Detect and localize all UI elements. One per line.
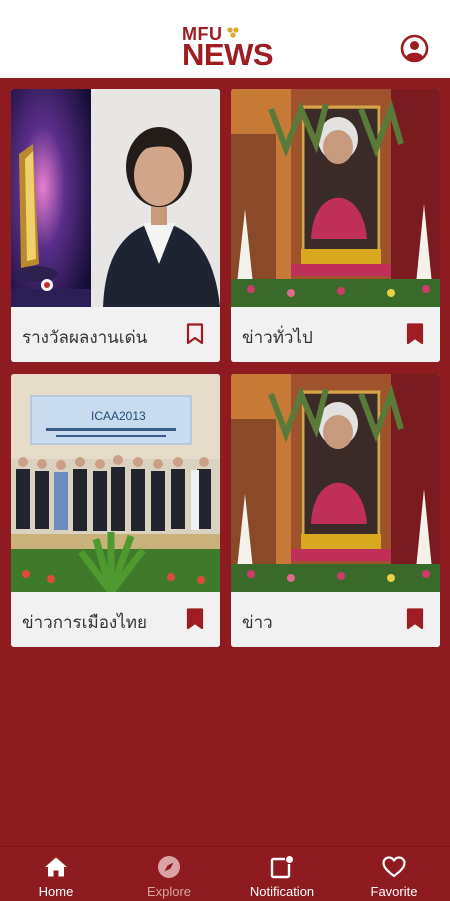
news-card[interactable]: รางวัลผลงานเด่น — [11, 89, 220, 362]
card-footer: ข่าวทั่วไป — [231, 307, 440, 362]
card-image[interactable] — [11, 89, 220, 307]
nav-home[interactable]: Home — [0, 847, 112, 901]
card-footer: รางวัลผลงานเด่น — [11, 307, 220, 362]
card-footer: ข่าว — [231, 592, 440, 647]
bottom-navigation: Home Explore Notification Favorite — [0, 846, 450, 901]
banner-text: ICAA2013 — [91, 409, 146, 423]
nav-label-favorite[interactable]: Favorite — [338, 884, 450, 899]
news-card[interactable]: ข่าว — [231, 374, 440, 647]
compass-icon[interactable] — [157, 855, 181, 879]
bookmark-outline-icon[interactable] — [186, 323, 204, 345]
bookmark-filled-icon[interactable] — [406, 323, 424, 345]
heart-icon[interactable] — [382, 855, 406, 879]
card-title[interactable]: ข่าว — [242, 609, 273, 636]
nav-notification[interactable]: Notification — [226, 847, 338, 901]
card-image[interactable] — [231, 89, 440, 307]
news-card[interactable]: ข่าวทั่วไป — [231, 89, 440, 362]
bookmark-filled-icon[interactable] — [186, 608, 204, 630]
mfu-news-logo: MFU NEWS — [182, 24, 274, 72]
nav-favorite[interactable]: Favorite — [338, 847, 450, 901]
card-footer: ข่าวการเมืองไทย — [11, 592, 220, 647]
bookmark-filled-icon[interactable] — [406, 608, 424, 630]
logo-news-text: NEWS — [182, 37, 274, 72]
nav-label-notification[interactable]: Notification — [226, 884, 338, 899]
card-title[interactable]: รางวัลผลงานเด่น — [22, 324, 147, 351]
notification-icon[interactable] — [270, 855, 294, 879]
app-header: MFU NEWS — [0, 0, 450, 78]
news-card[interactable]: ICAA2013 ข่าวการเมืองไทย — [11, 374, 220, 647]
card-title[interactable]: ข่าวทั่วไป — [242, 324, 313, 351]
home-icon[interactable] — [44, 855, 68, 879]
card-image[interactable] — [231, 374, 440, 592]
card-image[interactable]: ICAA2013 — [11, 374, 220, 592]
nav-explore[interactable]: Explore — [113, 847, 225, 901]
nav-label-home[interactable]: Home — [0, 884, 112, 899]
profile-icon[interactable] — [400, 34, 429, 63]
nav-label-explore[interactable]: Explore — [113, 884, 225, 899]
card-title[interactable]: ข่าวการเมืองไทย — [22, 609, 147, 636]
